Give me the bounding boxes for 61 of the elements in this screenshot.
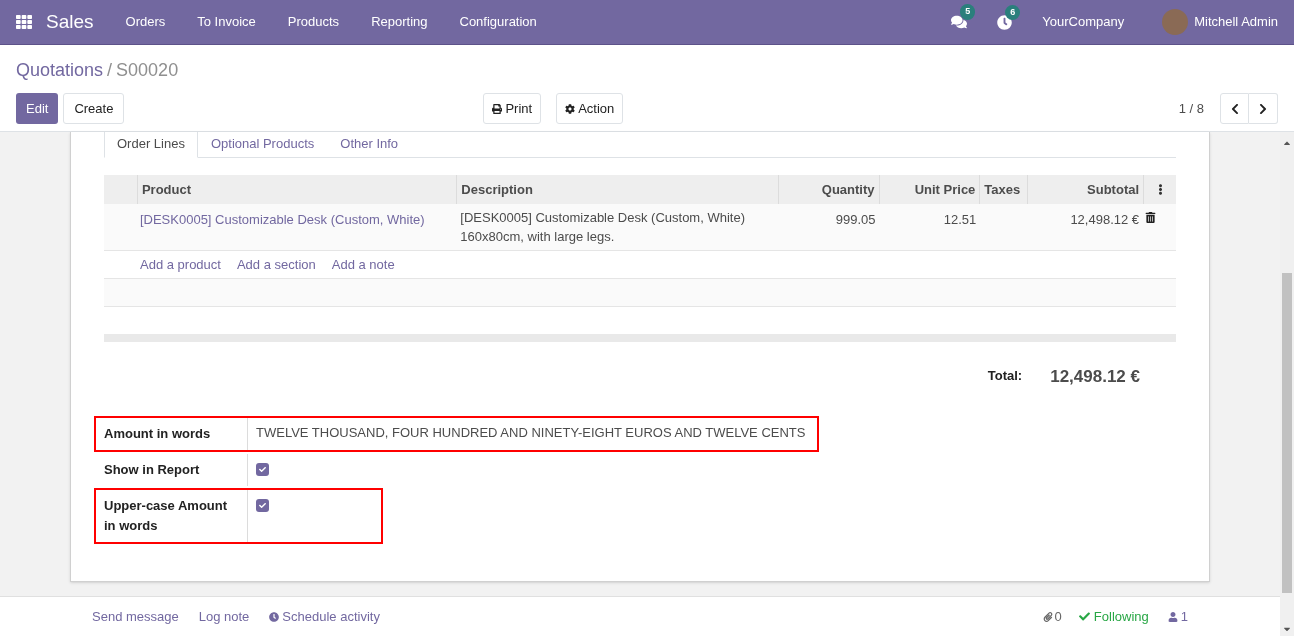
tab[interactable]: Optional Products	[197, 132, 328, 157]
pager-value: 1 / 8	[1178, 99, 1204, 118]
table-row[interactable]: [DESK0005] Customizable Desk (Custom, White) [DESK0005] Customizable Desk (Custom, White) 160x80cm, with large legs. 999.05 12.51 12,498.12 €	[104, 204, 1176, 251]
menu-item[interactable]: To Invoice	[181, 12, 272, 32]
previous-button[interactable]	[1220, 93, 1249, 124]
clock-icon	[269, 611, 280, 622]
tab[interactable]: Order Lines	[104, 132, 198, 158]
follow-button[interactable]: Following	[1078, 606, 1149, 627]
add-line-link[interactable]: Add a product	[140, 254, 221, 275]
table-cell-text: 999.05	[834, 211, 877, 229]
print-button[interactable]: Print	[483, 93, 542, 124]
checkbox[interactable]	[256, 498, 269, 512]
avatar-icon	[1162, 9, 1189, 35]
add-line-link[interactable]: Add a section	[236, 254, 316, 275]
count-badge: 6	[1005, 4, 1021, 20]
clock-icon[interactable]	[997, 14, 1013, 30]
apps-menu-icon[interactable]	[16, 14, 32, 30]
log-note-link[interactable]: Log note	[198, 606, 250, 627]
column-header[interactable]: Subtotal	[1028, 175, 1144, 204]
field-label: Amount in words	[103, 424, 212, 443]
company-switcher[interactable]: YourCompany	[1042, 12, 1125, 32]
scrollbar[interactable]	[1280, 132, 1294, 636]
table-cell-text: [DESK0005] Customizable Desk (Custom, White)	[138, 211, 426, 229]
table-cell-text: [DESK0005] Customizable Desk (Custom, White) 160x80cm, with large legs.	[459, 209, 746, 246]
edit-button[interactable]: Edit	[16, 93, 59, 124]
breadcrumb-separator: /	[107, 59, 113, 82]
count-badge: 5	[960, 4, 976, 20]
check-icon	[259, 501, 266, 509]
menu-item[interactable]: Reporting	[355, 12, 444, 32]
messages-icon[interactable]	[951, 14, 968, 30]
user-menu[interactable]: Mitchell Admin	[1194, 12, 1278, 32]
paperclip-icon	[1042, 611, 1053, 622]
table-cell-text: 12,498.12 €	[1069, 211, 1141, 229]
user-icon	[1167, 611, 1178, 622]
menu-item[interactable]: Configuration	[443, 12, 553, 32]
send-message-link[interactable]: Send message	[92, 606, 179, 627]
chevron-right-icon[interactable]	[1257, 102, 1269, 115]
schedule-activity-link[interactable]: Schedule activity	[269, 606, 380, 627]
create-button[interactable]: Create	[63, 93, 125, 124]
printer-icon	[492, 103, 503, 114]
followers-button[interactable]: 1	[1167, 606, 1188, 627]
add-line-link[interactable]: Add a note	[331, 254, 395, 275]
total-label: Total:	[987, 367, 1023, 385]
menu-item[interactable]: Products	[271, 12, 356, 32]
menu-item[interactable]: Orders	[109, 12, 182, 32]
field-label: Upper-case Amount in words	[103, 496, 229, 535]
app-name[interactable]: Sales	[46, 7, 94, 37]
total-value: 12,498.12 €	[1050, 366, 1140, 388]
breadcrumb-link[interactable]: Quotations	[16, 57, 104, 84]
tab[interactable]: Other Info	[327, 132, 412, 157]
table-cell-text: 12.51	[942, 211, 978, 229]
field-value: TWELVE THOUSAND, FOUR HUNDRED AND NINETY-EIGHT EUROS AND TWELVE CENTS	[256, 423, 806, 442]
check-icon	[1078, 611, 1090, 622]
action-button[interactable]: Action	[556, 93, 624, 124]
check-icon	[259, 465, 266, 473]
next-button[interactable]	[1249, 93, 1278, 124]
checkbox[interactable]	[256, 462, 269, 476]
field-label: Show in Report	[103, 460, 201, 479]
gear-icon	[565, 103, 576, 114]
attachments-button[interactable]: 0	[1042, 606, 1062, 627]
breadcrumb-current: S00020	[116, 59, 179, 82]
